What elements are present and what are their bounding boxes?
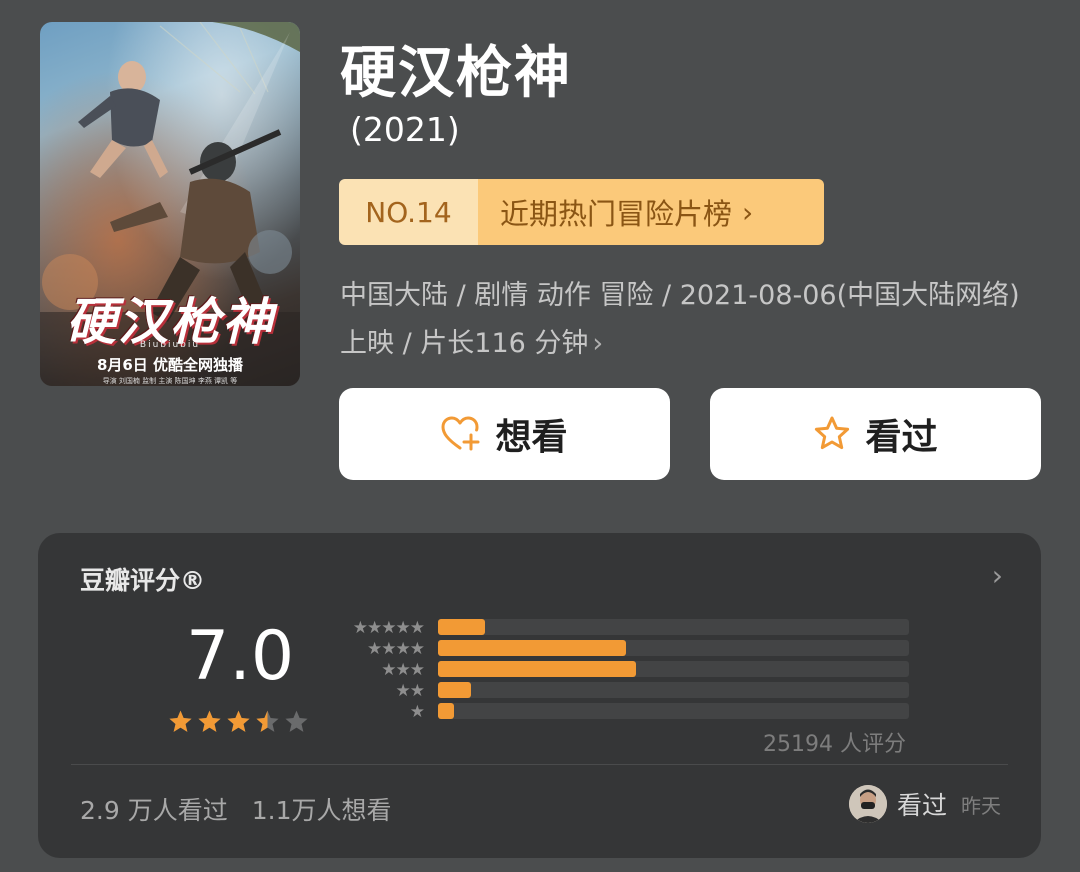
movie-meta-text: 中国大陆 / 剧情 动作 冒险 / 2021-08-06(中国大陆网络) 上映 … (340, 280, 1020, 359)
rating-bar-row: ★ (333, 702, 909, 722)
rank-badge[interactable]: NO.14 近期热门冒险片榜 › (339, 179, 824, 245)
watched-label: 看过 (865, 417, 938, 458)
star-half-icon (256, 710, 279, 732)
friend-time: 昨天 (961, 793, 1001, 818)
poster-credits: 导演 刘国楠 监制 主演 陈国坤 李燕 谭凯 等 (102, 377, 238, 385)
avatar-image (848, 785, 887, 823)
rating-title: 豆瓣评分® (80, 566, 206, 595)
movie-title: 硬汉枪神 (340, 41, 572, 106)
star-empty-icon (285, 710, 308, 732)
watched-count: 2.9 万人看过 (80, 796, 228, 825)
rating-bar-stars: ★ (409, 702, 425, 722)
rating-bar-stars: ★★★ (381, 660, 425, 680)
star-outline-icon (815, 416, 850, 450)
rating-bar-fill (438, 703, 454, 719)
watch-stats: 2.9 万人看过 1.1万人想看 (80, 791, 391, 827)
rating-bar-track (438, 682, 909, 698)
rating-bar-fill (438, 661, 636, 677)
rating-bar-fill (438, 640, 626, 656)
chevron-right-icon: › (742, 195, 754, 229)
movie-meta[interactable]: 中国大陆 / 剧情 动作 冒险 / 2021-08-06(中国大陆网络) 上映 … (340, 272, 1040, 368)
want-count: 1.1万人想看 (251, 796, 392, 825)
rating-bar-stars: ★★★★★ (352, 618, 425, 638)
chevron-right-icon: › (592, 328, 604, 359)
rank-number: NO.14 (339, 179, 478, 245)
poster-release-text: 8月6日 优酷全网独播 (96, 356, 244, 374)
star-filled-icon (227, 710, 250, 732)
friend-activity[interactable]: 看过 昨天 (848, 785, 1001, 823)
rating-score: 7.0 (186, 617, 295, 696)
douban-rating-card[interactable]: 豆瓣评分® › 7.0 ★★★★★ ★★★★ ★★★ ★★ ★ 25194 人评分 2.… (38, 533, 1041, 858)
star-filled-icon (198, 710, 221, 732)
rating-bar-track (438, 640, 909, 656)
heart-plus-icon (441, 416, 480, 451)
chevron-right-icon: › (991, 559, 1003, 592)
rating-bar-fill (438, 682, 471, 698)
rating-bar-row: ★★ (333, 681, 909, 701)
avatar[interactable] (848, 785, 887, 823)
rating-bar-track (438, 703, 909, 719)
rating-bar-row: ★★★★ (333, 639, 909, 659)
poster-subtitle: Biubiubiu (139, 340, 201, 350)
want-to-watch-button[interactable]: 想看 (339, 388, 670, 480)
rating-bar-row: ★★★★★ (333, 618, 909, 638)
friend-action: 看过 (896, 791, 947, 820)
rating-stars (168, 709, 309, 734)
rating-bar-row: ★★★ (333, 660, 909, 680)
movie-poster[interactable]: 硬汉枪神 Biubiubiu 8月6日 优酷全网独播 导演 刘国楠 监制 主演 … (40, 22, 300, 386)
watched-button[interactable]: 看过 (710, 388, 1041, 480)
movie-year: (2021) (350, 110, 460, 149)
rating-bar-fill (438, 619, 485, 635)
rating-count: 25194 人评分 (763, 732, 906, 757)
want-to-watch-label: 想看 (495, 417, 568, 458)
rating-bar-stars: ★★ (395, 681, 426, 701)
rating-bar-stars: ★★★★ (367, 639, 425, 659)
rating-bar-track (438, 619, 909, 635)
star-filled-icon (169, 710, 192, 732)
divider (71, 764, 1008, 765)
rank-list-name: 近期热门冒险片榜 (500, 197, 733, 231)
movie-detail-page: 硬汉枪神 Biubiubiu 8月6日 优酷全网独播 导演 刘国楠 监制 主演 … (0, 0, 1080, 872)
rating-bar-track (438, 661, 909, 677)
rank-list: 近期热门冒险片榜 › (478, 179, 824, 245)
